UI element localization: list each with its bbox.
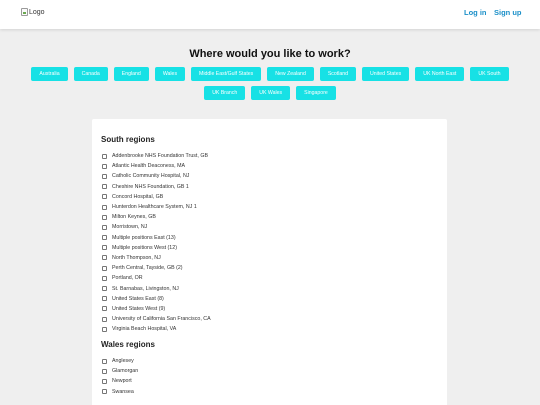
location-checkbox[interactable] [102, 275, 107, 281]
south-locations-list: Addenbrooke NHS Foundation Trust, GB Atla… [102, 151, 211, 334]
location-option[interactable]: Perth Central, Tayside, GB (2) [102, 263, 211, 273]
location-checkbox[interactable] [102, 265, 107, 271]
location-label: Addenbrooke NHS Foundation Trust, GB [112, 153, 208, 160]
location-label: North Thompson, NJ [112, 254, 161, 261]
country-chip-wales[interactable]: Wales [154, 67, 186, 81]
location-option[interactable]: Concord Hospital, GB [102, 192, 211, 202]
location-option[interactable]: University of California San Francisco, … [102, 314, 211, 324]
location-option[interactable]: Swansea [102, 387, 138, 397]
location-checkbox[interactable] [102, 204, 107, 210]
location-label: Swansea [112, 388, 134, 395]
country-chip-scotland[interactable]: Scotland [319, 67, 357, 81]
signup-link[interactable]: Sign up [494, 8, 522, 17]
section-title-wales: Wales regions [101, 340, 155, 349]
location-checkbox[interactable] [102, 378, 107, 384]
page-heading: Where would you like to work? [189, 48, 351, 60]
location-label: Atlantic Health Deaconess, MA [112, 163, 186, 170]
country-chip-united-states[interactable]: United States [362, 67, 410, 81]
country-chip-uk-wales[interactable]: UK Wales [251, 86, 291, 100]
location-label: Milton Keynes, GB [112, 214, 156, 221]
location-option[interactable]: Multiple positions West (12) [102, 243, 211, 253]
country-chip-uk-branch[interactable]: UK Branch [204, 86, 246, 100]
country-chip-new-zealand[interactable]: New Zealand [267, 67, 314, 81]
country-chip-uk-south[interactable]: UK South [470, 67, 509, 81]
location-checkbox[interactable] [102, 173, 107, 179]
country-chip-england[interactable]: England [113, 67, 149, 81]
location-label: Multiple positions East (13) [112, 234, 176, 241]
location-checkbox[interactable] [102, 296, 107, 302]
country-chip-uk-north-east[interactable]: UK North East [415, 67, 465, 81]
section-title-south: South regions [101, 135, 155, 144]
location-label: United States West (9) [112, 305, 166, 312]
location-option[interactable]: United States East (8) [102, 294, 211, 304]
country-chip-canada[interactable]: Canada [73, 67, 108, 81]
location-checkbox[interactable] [102, 389, 107, 395]
top-navbar: Logo Log in Sign up [0, 0, 540, 29]
location-label: Hunterdon Healthcare System, NJ 1 [112, 204, 197, 211]
location-label: Glamorgan [112, 368, 139, 375]
logo[interactable]: Logo [21, 8, 45, 16]
location-option[interactable]: Cheshire NHS Foundation, GB 1 [102, 182, 211, 192]
location-option[interactable]: St. Barnabas, Livingston, NJ [102, 283, 211, 293]
location-option[interactable]: Catholic Community Hospital, NJ [102, 171, 211, 181]
location-checkbox[interactable] [102, 358, 107, 364]
location-label: Virginia Beach Hospital, VA [112, 326, 177, 333]
location-label: Perth Central, Tayside, GB (2) [112, 265, 183, 272]
location-option[interactable]: Portland, OR [102, 273, 211, 283]
country-chip-singapore[interactable]: Singapore [296, 86, 336, 100]
location-checkbox[interactable] [102, 368, 107, 374]
location-label: Newport [112, 378, 132, 385]
location-label: Anglesey [112, 358, 134, 365]
location-option[interactable]: Hunterdon Healthcare System, NJ 1 [102, 202, 211, 212]
location-label: Morristown, NJ [112, 224, 148, 231]
logo-alt-text: Logo [29, 8, 45, 16]
location-option[interactable]: Virginia Beach Hospital, VA [102, 324, 211, 334]
location-checkbox[interactable] [102, 286, 107, 292]
location-label: Portland, OR [112, 275, 143, 282]
location-checkbox[interactable] [102, 306, 107, 312]
location-label: Multiple positions West (12) [112, 244, 177, 251]
broken-image-icon [21, 8, 28, 16]
country-filter-row-2: UK Branch UK Wales Singapore [0, 86, 540, 100]
location-label: University of California San Francisco, … [112, 316, 211, 323]
location-checkbox[interactable] [102, 316, 107, 322]
location-option[interactable]: Addenbrooke NHS Foundation Trust, GB [102, 151, 211, 161]
location-option[interactable]: Glamorgan [102, 366, 138, 376]
location-checkbox[interactable] [102, 245, 107, 251]
location-option[interactable]: United States West (9) [102, 304, 211, 314]
country-filter-row-1: Australia Canada England Wales Middle East/G… [0, 67, 540, 81]
location-label: Cheshire NHS Foundation, GB 1 [112, 183, 189, 190]
location-option[interactable]: North Thompson, NJ [102, 253, 211, 263]
location-checkbox[interactable] [102, 184, 107, 190]
location-option[interactable]: Multiple positions East (13) [102, 233, 211, 243]
location-checkbox[interactable] [102, 153, 107, 159]
location-option[interactable]: Newport [102, 376, 138, 386]
location-option[interactable]: Atlantic Health Deaconess, MA [102, 161, 211, 171]
location-checkbox[interactable] [102, 255, 107, 261]
login-link[interactable]: Log in [464, 8, 487, 17]
wales-locations-list: Anglesey Glamorgan Newport Swansea [102, 356, 138, 397]
country-chip-middle-east-gulf-states[interactable]: Middle East/Gulf States [191, 67, 262, 81]
location-label: Catholic Community Hospital, NJ [112, 173, 190, 180]
location-checkbox[interactable] [102, 235, 107, 241]
location-checkbox[interactable] [102, 326, 107, 332]
location-option[interactable]: Milton Keynes, GB [102, 212, 211, 222]
location-checkbox[interactable] [102, 214, 107, 220]
location-checkbox[interactable] [102, 163, 107, 169]
country-chip-australia[interactable]: Australia [31, 67, 68, 81]
location-label: St. Barnabas, Livingston, NJ [112, 285, 179, 292]
location-label: United States East (8) [112, 295, 164, 302]
locations-card: South regions Addenbrooke NHS Foundation… [92, 119, 447, 405]
location-option[interactable]: Anglesey [102, 356, 138, 366]
location-checkbox[interactable] [102, 194, 107, 200]
location-label: Concord Hospital, GB [112, 193, 164, 200]
location-checkbox[interactable] [102, 224, 107, 230]
location-option[interactable]: Morristown, NJ [102, 222, 211, 232]
